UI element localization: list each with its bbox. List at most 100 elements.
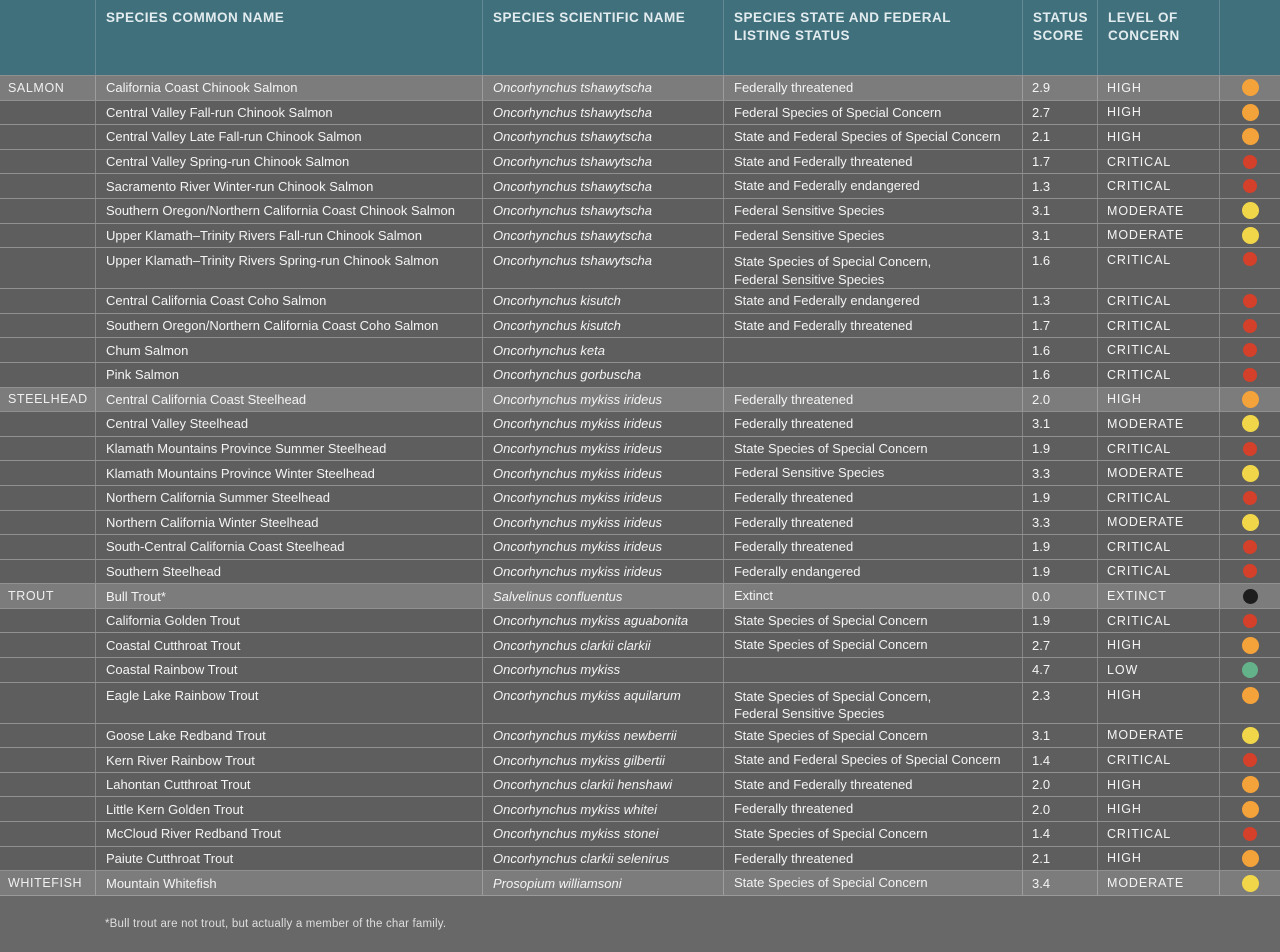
table-row: Upper Klamath–Trinity Rivers Fall-run Ch…	[0, 223, 1280, 248]
common-name-cell: Northern California Winter Steelhead	[95, 511, 482, 535]
concern-level-cell: CRITICAL	[1097, 289, 1219, 313]
group-label-cell	[0, 511, 95, 535]
status-score-cell: 2.3	[1022, 683, 1097, 723]
concern-dot-cell	[1219, 224, 1280, 248]
concern-level-cell: CRITICAL	[1097, 150, 1219, 174]
concern-level-cell: HIGH	[1097, 388, 1219, 412]
table-row: Central Valley Late Fall-run Chinook Sal…	[0, 124, 1280, 149]
scientific-name-cell: Prosopium williamsoni	[482, 871, 723, 895]
group-label-cell	[0, 633, 95, 657]
concern-level-cell: CRITICAL	[1097, 437, 1219, 461]
group-label-cell	[0, 101, 95, 125]
header-species-common-name: SPECIES COMMON NAME	[95, 0, 482, 75]
group-label-cell	[0, 150, 95, 174]
status-score-cell: 1.9	[1022, 535, 1097, 559]
concern-status-dot	[1242, 801, 1259, 818]
scientific-name-cell: Oncorhynchus tshawytscha	[482, 199, 723, 223]
concern-status-dot	[1242, 776, 1259, 793]
table-row: Paiute Cutthroat TroutOncorhynchus clark…	[0, 846, 1280, 871]
table-row: McCloud River Redband TroutOncorhynchus …	[0, 821, 1280, 846]
species-status-table: SPECIES COMMON NAME SPECIES SCIENTIFIC N…	[0, 0, 1280, 952]
concern-level-cell: MODERATE	[1097, 199, 1219, 223]
status-score-cell: 3.1	[1022, 724, 1097, 748]
listing-status-cell: Federal Sensitive Species	[723, 199, 1022, 223]
table-row: Chum SalmonOncorhynchus keta1.6CRITICAL	[0, 337, 1280, 362]
status-score-cell: 1.6	[1022, 338, 1097, 362]
listing-status-cell: State and Federally threatened	[723, 314, 1022, 338]
table-footer: *Bull trout are not trout, but actually …	[0, 895, 1280, 952]
scientific-name-cell: Oncorhynchus clarkii henshawi	[482, 773, 723, 797]
concern-level-cell: EXTINCT	[1097, 584, 1219, 608]
concern-level-cell: MODERATE	[1097, 724, 1219, 748]
concern-status-dot	[1243, 319, 1257, 333]
group-label-cell	[0, 486, 95, 510]
scientific-name-cell: Oncorhynchus clarkii clarkii	[482, 633, 723, 657]
table-row: Pink SalmonOncorhynchus gorbuscha1.6CRIT…	[0, 362, 1280, 387]
table-header-row: SPECIES COMMON NAME SPECIES SCIENTIFIC N…	[0, 0, 1280, 75]
listing-status-cell: Federally threatened	[723, 76, 1022, 100]
status-score-cell: 2.7	[1022, 633, 1097, 657]
table-row: Southern Oregon/Northern California Coas…	[0, 313, 1280, 338]
listing-status-cell: Federally endangered	[723, 560, 1022, 584]
table-row: Coastal Rainbow TroutOncorhynchus mykiss…	[0, 657, 1280, 682]
concern-status-dot	[1242, 850, 1259, 867]
footnote-text: *Bull trout are not trout, but actually …	[105, 918, 1280, 930]
group-label-cell: WHITEFISH	[0, 871, 95, 895]
listing-status-cell: State and Federally endangered	[723, 289, 1022, 313]
status-score-cell: 1.7	[1022, 314, 1097, 338]
concern-level-cell: LOW	[1097, 658, 1219, 682]
concern-level-cell: HIGH	[1097, 125, 1219, 149]
concern-status-dot	[1243, 252, 1257, 266]
listing-status-cell: Extinct	[723, 584, 1022, 608]
status-score-cell: 4.7	[1022, 658, 1097, 682]
group-label-cell	[0, 724, 95, 748]
listing-status-cell: Federally threatened	[723, 486, 1022, 510]
common-name-cell: Lahontan Cutthroat Trout	[95, 773, 482, 797]
scientific-name-cell: Oncorhynchus mykiss irideus	[482, 535, 723, 559]
concern-status-dot	[1243, 827, 1257, 841]
concern-status-dot	[1243, 540, 1257, 554]
concern-status-dot	[1242, 104, 1259, 121]
concern-dot-cell	[1219, 822, 1280, 846]
group-label-cell	[0, 773, 95, 797]
listing-status-cell: State and Federally threatened	[723, 773, 1022, 797]
concern-status-dot	[1242, 514, 1259, 531]
common-name-cell: Coastal Rainbow Trout	[95, 658, 482, 682]
common-name-cell: Klamath Mountains Province Summer Steelh…	[95, 437, 482, 461]
table-row: Coastal Cutthroat TroutOncorhynchus clar…	[0, 632, 1280, 657]
scientific-name-cell: Oncorhynchus mykiss gilbertii	[482, 748, 723, 772]
status-score-cell: 3.1	[1022, 412, 1097, 436]
header-listing-status: SPECIES STATE AND FEDERAL LISTING STATUS	[723, 0, 1022, 75]
table-row: South-Central California Coast Steelhead…	[0, 534, 1280, 559]
status-score-cell: 1.6	[1022, 363, 1097, 387]
concern-dot-cell	[1219, 437, 1280, 461]
common-name-cell: South-Central California Coast Steelhead	[95, 535, 482, 559]
concern-dot-cell	[1219, 101, 1280, 125]
group-label-cell	[0, 683, 95, 723]
table-row: Central Valley SteelheadOncorhynchus myk…	[0, 411, 1280, 436]
status-score-cell: 1.9	[1022, 609, 1097, 633]
scientific-name-cell: Oncorhynchus tshawytscha	[482, 125, 723, 149]
status-score-cell: 2.1	[1022, 125, 1097, 149]
concern-dot-cell	[1219, 797, 1280, 821]
concern-level-cell: CRITICAL	[1097, 363, 1219, 387]
common-name-cell: Southern Oregon/Northern California Coas…	[95, 314, 482, 338]
common-name-cell: Kern River Rainbow Trout	[95, 748, 482, 772]
concern-dot-cell	[1219, 748, 1280, 772]
common-name-cell: Little Kern Golden Trout	[95, 797, 482, 821]
header-status-score: STATUS SCORE	[1022, 0, 1097, 75]
scientific-name-cell: Oncorhynchus mykiss irideus	[482, 388, 723, 412]
concern-dot-cell	[1219, 658, 1280, 682]
scientific-name-cell: Oncorhynchus mykiss irideus	[482, 461, 723, 485]
table-body: SALMONCalifornia Coast Chinook SalmonOnc…	[0, 75, 1280, 895]
scientific-name-cell: Oncorhynchus tshawytscha	[482, 76, 723, 100]
table-row: Klamath Mountains Province Summer Steelh…	[0, 436, 1280, 461]
concern-status-dot	[1242, 202, 1259, 219]
listing-status-cell: State Species of Special Concern	[723, 724, 1022, 748]
status-score-cell: 1.3	[1022, 174, 1097, 198]
common-name-cell: Southern Oregon/Northern California Coas…	[95, 199, 482, 223]
concern-status-dot	[1242, 391, 1259, 408]
table-row: Kern River Rainbow TroutOncorhynchus myk…	[0, 747, 1280, 772]
scientific-name-cell: Oncorhynchus mykiss	[482, 658, 723, 682]
concern-dot-cell	[1219, 314, 1280, 338]
